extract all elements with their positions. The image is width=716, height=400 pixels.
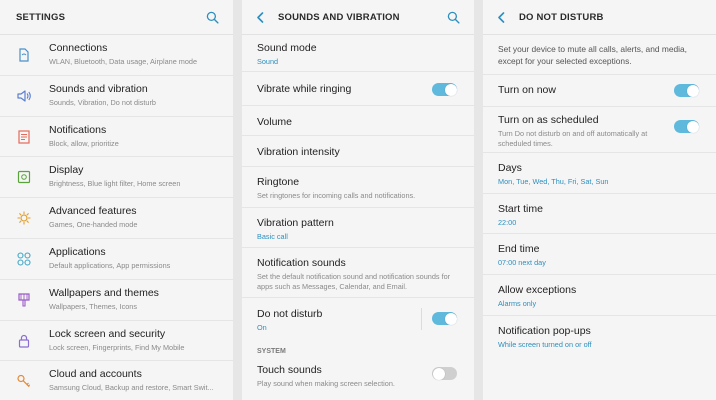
touch-sounds-sub: Play sound when making screen selection.	[257, 379, 395, 388]
settings-item-sub: Default applications, App permissions	[49, 260, 171, 270]
settings-item-display[interactable]: Display Brightness, Blue light filter, H…	[0, 157, 233, 199]
page-title: DO NOT DISTURB	[519, 11, 604, 23]
settings-header: SETTINGS	[0, 0, 233, 35]
turn-on-now-label: Turn on now	[498, 84, 556, 96]
settings-item-label: Sounds and vibration	[49, 82, 148, 95]
days-value: Mon, Tue, Wed, Thu, Fri, Sat, Sun	[498, 177, 609, 186]
search-icon[interactable]	[206, 11, 219, 24]
settings-item-lock-screen[interactable]: Lock screen and security Lock screen, Fi…	[0, 321, 233, 362]
start-time-value: 22:00	[498, 218, 517, 227]
settings-item-sub: Lock screen, Fingerprints, Find My Mobil…	[49, 342, 185, 352]
wallpapers-icon	[18, 293, 30, 307]
vibration-pattern-item[interactable]: Vibration pattern Basic call	[242, 208, 474, 248]
allow-exceptions-value: Alarms only	[498, 299, 537, 308]
search-icon[interactable]	[447, 11, 460, 24]
connections-icon	[19, 48, 29, 62]
back-arrow-icon[interactable]	[497, 11, 509, 23]
turn-on-now-item[interactable]: Turn on now	[483, 75, 716, 107]
settings-item-sounds[interactable]: Sounds and vibration Sounds, Vibration, …	[0, 76, 233, 117]
days-label: Days	[498, 162, 522, 174]
notification-popups-item[interactable]: Notification pop-ups While screen turned…	[483, 316, 716, 358]
start-time-item[interactable]: Start time 22:00	[483, 194, 716, 234]
volume-label: Volume	[257, 116, 293, 128]
dnd-panel: DO NOT DISTURB Set your device to mute a…	[483, 0, 716, 400]
settings-item-label: Wallpapers and themes	[49, 286, 159, 299]
settings-item-notifications[interactable]: Notifications Block, allow, prioritize	[0, 117, 233, 158]
ringtone-sub: Set ringtones for incoming calls and not…	[257, 191, 416, 200]
sounds-panel: SOUNDS AND VIBRATION Sound mode Sound Vi…	[242, 0, 474, 400]
settings-item-label: Cloud and accounts	[49, 368, 142, 381]
settings-item-label: Notifications	[49, 123, 107, 136]
settings-item-label: Advanced features	[49, 205, 137, 218]
dnd-description: Set your device to mute all calls, alert…	[483, 35, 716, 75]
vibration-pattern-label: Vibration pattern	[257, 217, 334, 229]
section-header-system: SYSTEM	[257, 348, 286, 355]
vibration-intensity-item[interactable]: Vibration intensity	[242, 136, 474, 167]
notification-sounds-label: Notification sounds	[257, 257, 346, 269]
settings-panel: SETTINGS Connections WLAN, Bluetooth, Da…	[0, 0, 233, 400]
settings-item-sub: Block, allow, prioritize	[49, 138, 119, 148]
display-icon	[17, 171, 31, 184]
notifications-icon	[18, 129, 30, 144]
vibration-pattern-value: Basic call	[257, 232, 288, 241]
settings-item-sub: Games, One-handed mode	[49, 220, 138, 230]
settings-item-connections[interactable]: Connections WLAN, Bluetooth, Data usage,…	[0, 35, 233, 76]
end-time-value: 07:00 next day	[498, 258, 546, 267]
start-time-label: Start time	[498, 203, 543, 215]
notification-popups-value: While screen turned on or off	[498, 340, 592, 349]
settings-item-sub: Brightness, Blue light filter, Home scre…	[49, 179, 181, 189]
settings-item-sub: Wallpapers, Themes, Icons	[49, 301, 138, 311]
settings-item-applications[interactable]: Applications Default applications, App p…	[0, 239, 233, 280]
settings-item-label: Applications	[49, 245, 106, 258]
key-icon	[17, 375, 31, 388]
turn-on-as-scheduled-sub: Turn Do not disturb on and off automatic…	[498, 129, 648, 148]
dnd-header: DO NOT DISTURB	[483, 0, 716, 35]
vibration-intensity-label: Vibration intensity	[257, 146, 340, 158]
settings-item-sub: WLAN, Bluetooth, Data usage, Airplane mo…	[49, 57, 198, 66]
settings-item-cloud-accounts[interactable]: Cloud and accounts Samsung Cloud, Backup…	[0, 361, 233, 400]
settings-item-label: Display	[49, 164, 84, 177]
touch-sounds-item[interactable]: Touch sounds Play sound when making scre…	[242, 359, 474, 399]
allow-exceptions-label: Allow exceptions	[498, 284, 577, 296]
settings-item-label: Connections	[49, 42, 108, 54]
settings-item-sub: Samsung Cloud, Backup and restore, Smart…	[49, 383, 214, 393]
lock-icon	[18, 334, 30, 348]
settings-item-advanced-features[interactable]: Advanced features Games, One-handed mode	[0, 198, 233, 239]
volume-item[interactable]: Volume	[242, 106, 474, 136]
allow-exceptions-item[interactable]: Allow exceptions Alarms only	[483, 275, 716, 316]
turn-on-now-toggle[interactable]	[674, 84, 699, 97]
vibrate-while-ringing-item[interactable]: Vibrate while ringing	[242, 72, 474, 106]
do-not-disturb-toggle[interactable]	[432, 312, 457, 325]
turn-on-as-scheduled-toggle[interactable]	[674, 120, 699, 133]
sound-mode-item[interactable]: Sound mode Sound	[242, 35, 474, 72]
applications-icon	[17, 252, 31, 266]
end-time-item[interactable]: End time 07:00 next day	[483, 234, 716, 275]
vibrate-while-ringing-toggle[interactable]	[432, 83, 457, 96]
turn-on-as-scheduled-item[interactable]: Turn on as scheduled Turn Do not disturb…	[483, 107, 716, 153]
notification-sounds-sub: Set the default notification sound and n…	[257, 272, 451, 291]
page-title: SOUNDS AND VIBRATION	[278, 11, 400, 23]
sound-mode-value: Sound	[257, 57, 279, 66]
settings-item-sub: Sounds, Vibration, Do not disturb	[49, 97, 156, 107]
ringtone-label: Ringtone	[257, 176, 300, 188]
settings-item-wallpapers[interactable]: Wallpapers and themes Wallpapers, Themes…	[0, 280, 233, 321]
ringtone-item[interactable]: Ringtone Set ringtones for incoming call…	[242, 167, 474, 208]
advanced-features-icon	[17, 211, 31, 225]
notification-sounds-item[interactable]: Notification sounds Set the default noti…	[242, 248, 474, 298]
page-title: SETTINGS	[16, 11, 66, 23]
sounds-header: SOUNDS AND VIBRATION	[242, 0, 474, 35]
days-item[interactable]: Days Mon, Tue, Wed, Thu, Fri, Sat, Sun	[483, 153, 716, 194]
notification-popups-label: Notification pop-ups	[498, 325, 591, 337]
back-arrow-icon[interactable]	[256, 11, 268, 23]
touch-sounds-toggle[interactable]	[432, 367, 457, 380]
divider	[421, 308, 422, 330]
sound-mode-label: Sound mode	[257, 42, 317, 54]
speaker-icon	[17, 90, 31, 102]
do-not-disturb-item[interactable]: Do not disturb On	[242, 298, 474, 340]
end-time-label: End time	[498, 243, 540, 255]
settings-item-label: Lock screen and security	[49, 327, 166, 340]
turn-on-as-scheduled-label: Turn on as scheduled	[498, 114, 599, 126]
